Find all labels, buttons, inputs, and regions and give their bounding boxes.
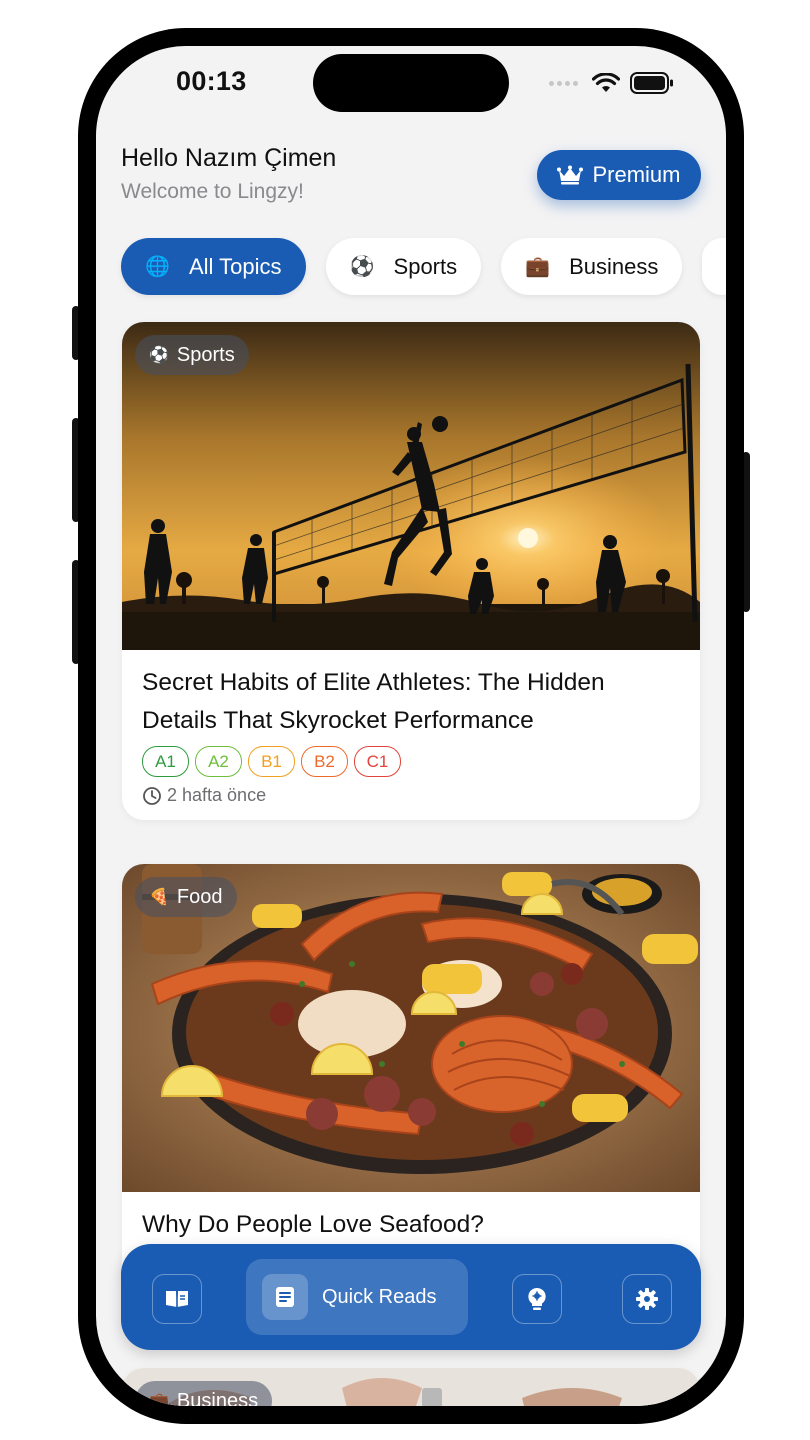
premium-button[interactable]: Premium — [537, 150, 701, 200]
crown-icon — [557, 165, 584, 185]
nav-quick-reads-button[interactable]: Quick Reads — [246, 1259, 468, 1335]
app-screen: 00:13 Hello Nazım Çimen Welcome to Lingz… — [96, 46, 726, 1406]
nav-quick-reads-label: Quick Reads — [322, 1285, 437, 1308]
nav-library-button[interactable] — [152, 1274, 202, 1324]
level-badge-b2: B2 — [301, 746, 348, 777]
level-badges: A1 A2 B1 B2 C1 — [122, 740, 700, 777]
globe-icon: 🌐 — [145, 256, 170, 278]
pizza-icon: 🍕 — [149, 889, 169, 906]
status-icons — [549, 72, 674, 94]
wifi-icon — [592, 73, 620, 92]
chip-label: All Topics — [189, 253, 282, 279]
level-badge-c1: C1 — [354, 746, 401, 777]
category-label: Sports — [176, 343, 235, 366]
chip-business[interactable]: 💼 Business — [501, 238, 683, 295]
battery-icon — [630, 72, 673, 94]
article-image-business: 💼 Business — [122, 1368, 700, 1406]
category-label: Business — [176, 1389, 259, 1407]
article-card[interactable]: ⚽ Sports Secret Habits of Elite Athletes… — [122, 322, 700, 820]
category-tag: 🍕 Food — [135, 877, 237, 917]
dynamic-island — [313, 54, 509, 112]
article-image-volleyball: ⚽ Sports — [122, 322, 700, 650]
document-icon — [262, 1274, 308, 1320]
chip-sports[interactable]: ⚽ Sports — [325, 238, 482, 295]
book-icon — [166, 1291, 188, 1308]
chip-label: Business — [569, 253, 659, 279]
clock-icon — [143, 786, 161, 805]
briefcase-icon: 💼 — [525, 256, 551, 278]
article-image-seafood: 🍕 Food — [122, 864, 700, 1192]
soccer-ball-icon: ⚽ — [149, 347, 169, 364]
article-title[interactable]: Secret Habits of Elite Athletes: The Hid… — [122, 650, 700, 740]
chip-all-topics[interactable]: 🌐 All Topics — [121, 238, 306, 295]
greeting-text: Hello Nazım Çimen — [121, 144, 337, 172]
time-ago-text: 2 hafta önce — [167, 785, 267, 805]
article-time: 2 hafta önce — [122, 777, 700, 820]
welcome-subtitle: Welcome to Lingzy! — [121, 180, 304, 203]
article-card[interactable]: 💼 Business — [122, 1368, 700, 1406]
level-badge-a1: A1 — [142, 746, 189, 777]
chip-label: Sports — [393, 253, 458, 279]
nav-settings-button[interactable] — [622, 1274, 672, 1324]
gear-icon — [636, 1288, 658, 1310]
article-title[interactable]: Why Do People Love Seafood? — [122, 1192, 700, 1244]
article-card[interactable]: 🍕 Food Why Do People Love Seafood? — [122, 864, 700, 1294]
level-badge-a2: A2 — [195, 746, 242, 777]
soccer-ball-icon: ⚽ — [349, 256, 375, 278]
category-tag: 💼 Business — [135, 1381, 273, 1407]
briefcase-icon: 💼 — [149, 1393, 169, 1406]
category-label: Food — [176, 885, 223, 908]
category-tag: ⚽ Sports — [135, 335, 249, 375]
nav-learn-button[interactable] — [512, 1274, 562, 1324]
bottom-navigation-bar: Quick Reads — [121, 1244, 701, 1350]
status-time: 00:13 — [176, 66, 247, 96]
cellular-signal-icon — [549, 80, 578, 86]
chip-next-partial[interactable] — [702, 238, 726, 295]
topic-filter-bar: 🌐 All Topics ⚽ Sports 💼 Business — [121, 238, 726, 295]
premium-label: Premium — [592, 162, 681, 187]
level-badge-b1: B1 — [248, 746, 295, 777]
lightbulb-brain-icon — [528, 1287, 546, 1310]
